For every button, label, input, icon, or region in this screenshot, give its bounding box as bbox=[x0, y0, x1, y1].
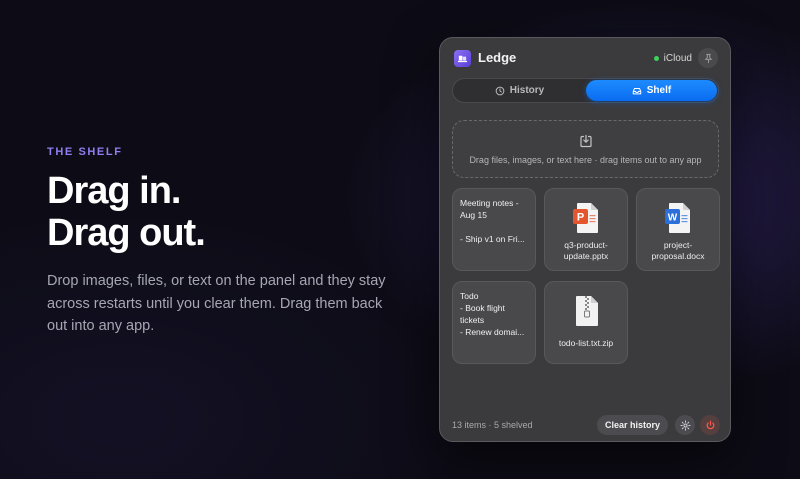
gear-icon bbox=[679, 419, 691, 431]
drop-zone[interactable]: Drag files, images, or text here · drag … bbox=[452, 120, 719, 178]
tab-history[interactable]: History bbox=[454, 80, 585, 101]
tab-history-label: History bbox=[509, 85, 545, 96]
sync-label: iCloud bbox=[663, 53, 692, 64]
section-eyebrow: THE SHELF bbox=[47, 146, 123, 158]
tray-icon bbox=[632, 87, 642, 94]
pin-button[interactable] bbox=[698, 48, 718, 68]
settings-button[interactable] bbox=[675, 415, 695, 435]
app-name: Ledge bbox=[478, 50, 517, 65]
file-name: todo-list.txt.zip bbox=[558, 338, 614, 348]
file-name: project- proposal.docx bbox=[651, 240, 705, 261]
panel-titlebar[interactable]: Ledge iCloud bbox=[440, 38, 730, 78]
drop-zone-hint: Drag files, images, or text here · drag … bbox=[469, 154, 702, 165]
hero-headline: Drag in. Drag out. bbox=[47, 170, 407, 254]
shelf-item[interactable]: W project- proposal.docx bbox=[636, 188, 720, 271]
clock-icon bbox=[495, 86, 505, 95]
hero-description: Drop images, files, or text on the panel… bbox=[47, 273, 386, 334]
shelf-item[interactable]: Meeting notes - Aug 15 - Ship v1 on Fri.… bbox=[452, 188, 536, 271]
sync-status: iCloud bbox=[653, 53, 692, 64]
pin-icon bbox=[704, 53, 712, 63]
headline-line-2: Drag out. bbox=[47, 212, 206, 254]
sync-status-dot bbox=[653, 56, 659, 61]
svg-text:W: W bbox=[668, 213, 678, 224]
zip-file-icon bbox=[576, 296, 598, 326]
word-file-icon: W bbox=[665, 203, 690, 233]
tab-shelf[interactable]: Shelf bbox=[586, 80, 717, 101]
text-snippet: Meeting notes - Aug 15 - Ship v1 on Fri.… bbox=[460, 198, 525, 244]
powerpoint-file-icon: P bbox=[573, 203, 598, 233]
shelf-icon bbox=[454, 50, 471, 67]
svg-text:P: P bbox=[577, 212, 584, 224]
shelf-item[interactable]: Todo - Book flight tickets - Renew domai… bbox=[452, 281, 536, 364]
download-tray-icon bbox=[579, 134, 592, 147]
shelf-item[interactable]: P q3-product- update.pptx bbox=[544, 188, 628, 271]
text-snippet: Todo - Book flight tickets - Renew domai… bbox=[460, 291, 525, 337]
tab-shelf-label: Shelf bbox=[646, 85, 672, 96]
ledge-panel: Ledge iCloud History Shelf Drag files, i… bbox=[439, 37, 731, 442]
item-count: 13 items · 5 shelved bbox=[452, 420, 533, 430]
file-name: q3-product- update.pptx bbox=[563, 240, 609, 261]
clear-history-button[interactable]: Clear history bbox=[597, 415, 668, 435]
quit-button[interactable] bbox=[700, 415, 720, 435]
headline-line-1: Drag in. bbox=[47, 170, 181, 212]
view-tabs: History Shelf bbox=[452, 78, 719, 103]
hero-section: THE SHELF Drag in. Drag out. Drop images… bbox=[47, 146, 407, 338]
shelf-item[interactable]: todo-list.txt.zip bbox=[544, 281, 628, 364]
power-icon bbox=[706, 420, 714, 429]
